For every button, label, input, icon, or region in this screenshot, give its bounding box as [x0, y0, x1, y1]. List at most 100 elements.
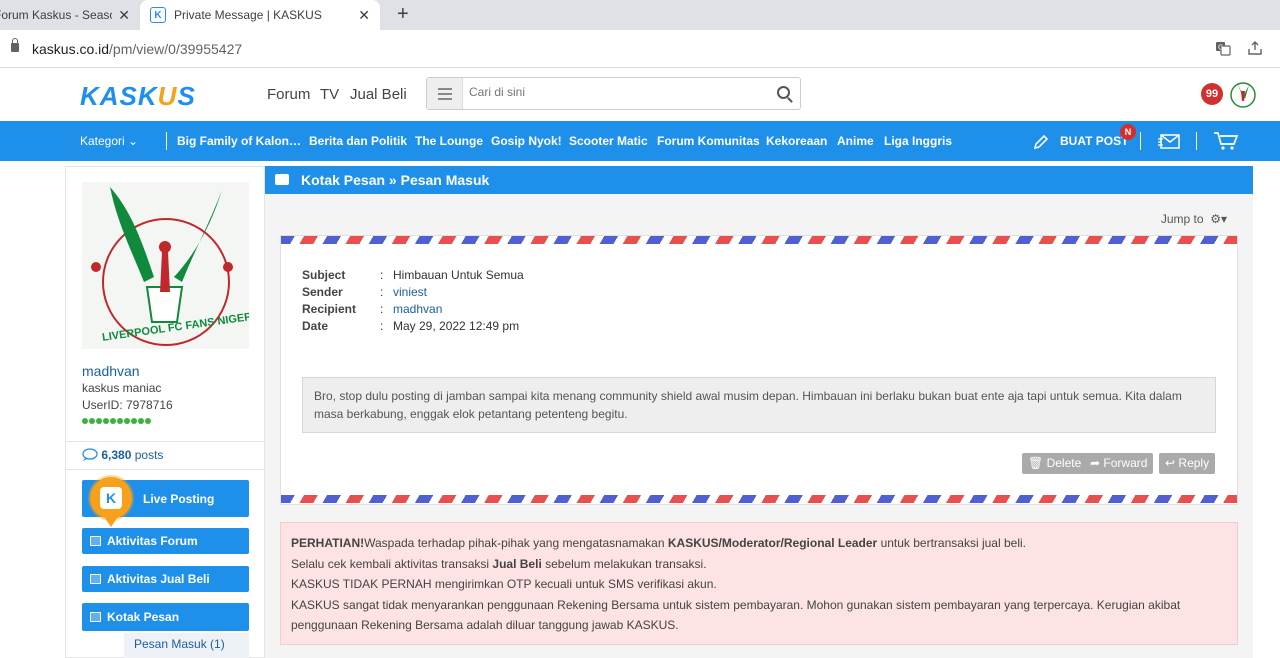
close-tab-icon[interactable]: ✕ — [118, 7, 130, 23]
button-label: Forward — [1103, 456, 1148, 470]
posts-label: posts — [134, 448, 164, 462]
warning-line: KASKUS sangat tidak menyarankan pengguna… — [291, 597, 1181, 633]
live-posting-button[interactable]: K Live Posting — [82, 477, 249, 527]
button-label: Live Posting — [143, 491, 215, 506]
new-tab-button[interactable]: + — [397, 4, 409, 24]
category-bar: Kategori ⌄ Big Family of Kalon… Berita d… — [0, 121, 1280, 161]
kaskus-pin-icon: K — [90, 477, 132, 527]
button-label: Aktivitas Forum — [107, 534, 198, 548]
category-item[interactable]: Kekoreaan — [766, 134, 827, 148]
page-title: Kotak Pesan » Pesan Masuk — [301, 172, 490, 188]
kategori-dropdown[interactable]: Kategori ⌄ — [80, 134, 138, 148]
cart-icon[interactable] — [1213, 131, 1239, 151]
tab-title: Forum Kaskus - Season — [0, 8, 112, 22]
category-item[interactable]: Big Family of Kalon… — [177, 134, 301, 148]
user-rank: kaskus maniac — [82, 381, 162, 395]
pesan-masuk-link[interactable]: Pesan Masuk (1) — [124, 633, 249, 658]
kotak-pesan-button[interactable]: Kotak Pesan — [82, 603, 249, 631]
category-item[interactable]: Liga Inggris — [884, 134, 952, 148]
user-avatar-icon[interactable] — [1229, 79, 1257, 109]
profile-avatar[interactable]: LIVERPOOL FC FANS NIGERIA — [82, 182, 249, 349]
svg-text:G: G — [1218, 44, 1223, 52]
logo-text-accent: U — [157, 81, 178, 111]
browser-tab-bar: Forum Kaskus - Season ✕ K Private Messag… — [0, 0, 1280, 30]
nav-tv[interactable]: TV — [320, 86, 339, 103]
warning-line: Selalu cek kembali aktivitas transaksi J… — [291, 556, 707, 571]
user-id: UserID: 7978716 — [82, 398, 173, 412]
field-value: May 29, 2022 12:49 pm — [393, 319, 520, 333]
message-icon[interactable] — [1158, 134, 1180, 149]
field-label: Date — [302, 319, 329, 333]
posts-count[interactable]: 6,380 posts — [82, 448, 163, 462]
nav-forum[interactable]: Forum — [267, 86, 310, 103]
notification-badge[interactable]: 99 — [1201, 83, 1223, 105]
divider — [166, 132, 167, 150]
posts-number: 6,380 — [101, 448, 132, 462]
category-item[interactable]: Scooter Matic — [569, 134, 648, 148]
search-icon[interactable] — [777, 86, 790, 99]
url-field[interactable]: kaskus.co.id/pm/view/0/39955427 — [32, 41, 242, 57]
translate-icon[interactable]: G — [1214, 40, 1232, 58]
trash-icon: 🗑 — [1028, 456, 1044, 470]
aktivitas-jual-beli-button[interactable]: Aktivitas Jual Beli — [82, 566, 249, 592]
field-label: Recipient — [302, 302, 357, 316]
inbox-icon — [90, 612, 101, 622]
message-letter: Subject: Himbauan Untuk Semua Sender: vini… — [280, 235, 1238, 505]
message-body: Bro, stop dulu posting di jamban sampai … — [302, 377, 1216, 433]
aktivitas-forum-button[interactable]: Aktivitas Forum — [82, 528, 249, 554]
reply-button[interactable]: ↩ Reply — [1159, 453, 1216, 474]
forward-button[interactable]: ➦ Forward — [1084, 453, 1154, 474]
nav-jual-beli[interactable]: Jual Beli — [350, 86, 407, 103]
button-label: Delete — [1046, 456, 1082, 470]
jump-to-dropdown[interactable]: Jump to ⚙▾ — [1161, 212, 1227, 226]
logo-text: KASK — [80, 81, 158, 111]
tab-title: Private Message | KASKUS — [174, 8, 322, 22]
search-input[interactable] — [469, 85, 759, 99]
hamburger-menu-icon[interactable] — [427, 78, 463, 109]
username[interactable]: madhvan — [82, 363, 140, 379]
tab-private-message[interactable]: K Private Message | KASKUS ✕ — [140, 0, 380, 30]
divider — [1140, 132, 1141, 150]
field-label: Sender — [302, 285, 343, 299]
divider — [66, 441, 264, 442]
warning-line: PERHATIAN!Waspada terhadap pihak-pihak y… — [291, 536, 1026, 550]
gear-icon: ⚙▾ — [1210, 212, 1227, 226]
delete-button[interactable]: 🗑 Delete — [1022, 453, 1088, 474]
jump-to-label: Jump to — [1160, 212, 1204, 226]
airmail-stripe — [281, 495, 1237, 503]
recipient-link[interactable]: madhvan — [393, 302, 442, 316]
airmail-stripe — [281, 236, 1237, 244]
divider — [66, 469, 264, 470]
category-item[interactable]: Anime — [837, 134, 874, 148]
site-header: KASKUS Forum TV Jual Beli 99 — [0, 69, 1280, 121]
search-box — [426, 77, 801, 110]
lock-icon[interactable] — [11, 38, 19, 52]
kaskus-favicon-icon: K — [150, 7, 166, 23]
page-header: Kotak Pesan » Pesan Masuk — [265, 166, 1253, 194]
warning-box: PERHATIAN!Waspada terhadap pihak-pihak y… — [280, 522, 1238, 645]
divider — [1196, 132, 1197, 150]
kaskus-logo[interactable]: KASKUS — [80, 81, 196, 112]
reply-icon: ↩ — [1165, 456, 1176, 470]
inbox-icon — [275, 174, 289, 185]
url-host: kaskus.co.id — [32, 41, 110, 57]
forward-icon: ➦ — [1090, 456, 1101, 470]
speech-bubble-icon — [82, 448, 98, 461]
user-sidebar: LIVERPOOL FC FANS NIGERIA madhvan kaskus… — [65, 166, 265, 658]
share-icon[interactable] — [1246, 40, 1264, 58]
category-item[interactable]: Berita dan Politik — [309, 134, 407, 148]
category-item[interactable]: The Lounge — [415, 134, 483, 148]
button-label: Reply — [1178, 456, 1210, 470]
buat-post-button[interactable]: BUAT POST — [1060, 134, 1128, 148]
main-content: Kotak Pesan » Pesan Masuk Jump to ⚙▾ Sub… — [265, 166, 1253, 658]
message-panel: Jump to ⚙▾ Subject: Himbauan Untuk Semua … — [265, 194, 1253, 658]
close-tab-icon[interactable]: ✕ — [358, 7, 370, 23]
basket-icon — [90, 574, 101, 584]
category-item[interactable]: Gosip Nyok! — [491, 134, 562, 148]
field-label: Subject — [302, 268, 346, 282]
tab-forum-kaskus[interactable]: Forum Kaskus - Season ✕ — [0, 0, 140, 30]
url-path: /pm/view/0/39955427 — [109, 41, 243, 57]
sender-link[interactable]: viniest — [393, 285, 427, 299]
category-item[interactable]: Forum Komunitas — [657, 134, 760, 148]
logo-text-end: S — [177, 81, 196, 111]
